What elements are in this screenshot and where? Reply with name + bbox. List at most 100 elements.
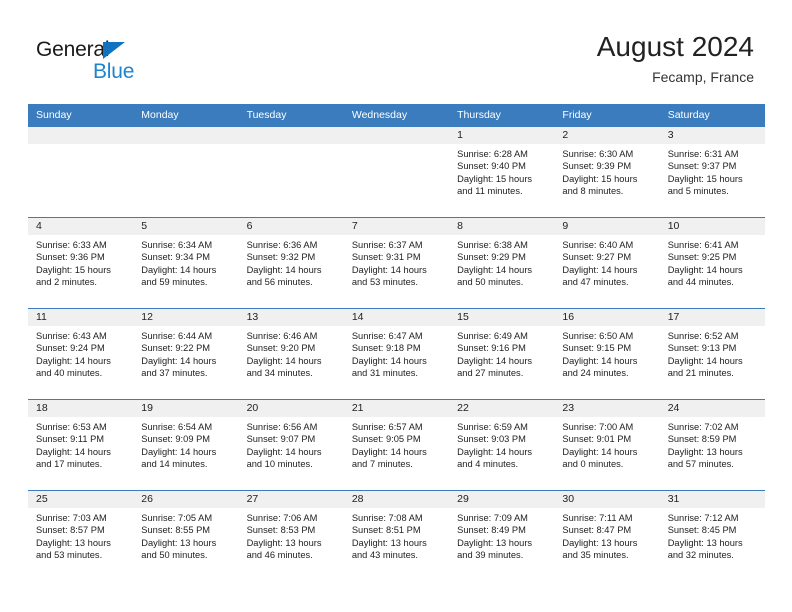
- day-cell[interactable]: Sunrise: 6:54 AM Sunset: 9:09 PM Dayligh…: [133, 417, 238, 490]
- day-cell[interactable]: Sunrise: 7:03 AM Sunset: 8:57 PM Dayligh…: [28, 508, 133, 581]
- sunrise-text: Sunrise: 6:50 AM: [562, 331, 634, 341]
- day-cell[interactable]: Sunrise: 7:05 AM Sunset: 8:55 PM Dayligh…: [133, 508, 238, 581]
- week-detail-band: Sunrise: 6:28 AM Sunset: 9:40 PM Dayligh…: [28, 144, 765, 217]
- day-number[interactable]: 3: [660, 127, 765, 144]
- sunrise-text: Sunrise: 7:06 AM: [246, 513, 318, 523]
- daylight-text-line1: Daylight: 13 hours: [36, 537, 111, 548]
- day-number[interactable]: 1: [449, 127, 554, 144]
- sunset-text: Sunset: 9:34 PM: [141, 252, 211, 263]
- day-cell[interactable]: Sunrise: 6:49 AM Sunset: 9:16 PM Dayligh…: [449, 326, 554, 399]
- day-number[interactable]: 28: [344, 491, 449, 508]
- daylight-text-line1: Daylight: 14 hours: [246, 355, 322, 366]
- day-number[interactable]: 27: [239, 491, 344, 508]
- day-cell[interactable]: Sunrise: 6:43 AM Sunset: 9:24 PM Dayligh…: [28, 326, 133, 399]
- day-cell[interactable]: Sunrise: 6:31 AM Sunset: 9:37 PM Dayligh…: [660, 144, 765, 217]
- day-cell[interactable]: [133, 144, 238, 217]
- day-number[interactable]: 9: [554, 218, 659, 235]
- day-number[interactable]: 25: [28, 491, 133, 508]
- day-cell[interactable]: Sunrise: 6:53 AM Sunset: 9:11 PM Dayligh…: [28, 417, 133, 490]
- day-number[interactable]: 13: [239, 309, 344, 326]
- day-number[interactable]: 23: [554, 400, 659, 417]
- daylight-text-line2: and 44 minutes.: [667, 277, 734, 288]
- day-cell[interactable]: Sunrise: 6:38 AM Sunset: 9:29 PM Dayligh…: [449, 235, 554, 308]
- day-cell[interactable]: Sunrise: 7:12 AM Sunset: 8:45 PM Dayligh…: [660, 508, 765, 581]
- day-number[interactable]: 24: [660, 400, 765, 417]
- day-number[interactable]: 17: [660, 309, 765, 326]
- day-cell[interactable]: Sunrise: 7:11 AM Sunset: 8:47 PM Dayligh…: [554, 508, 659, 581]
- day-cell[interactable]: Sunrise: 6:50 AM Sunset: 9:15 PM Dayligh…: [554, 326, 659, 399]
- weekday-header-row: Sunday Monday Tuesday Wednesday Thursday…: [28, 104, 765, 126]
- day-number[interactable]: 30: [554, 491, 659, 508]
- day-number[interactable]: [344, 127, 449, 144]
- day-number[interactable]: 6: [239, 218, 344, 235]
- sunrise-text: Sunrise: 6:54 AM: [141, 422, 213, 432]
- sunrise-text: Sunrise: 6:36 AM: [246, 240, 318, 250]
- day-number[interactable]: [28, 127, 133, 144]
- daylight-text-line2: and 34 minutes.: [246, 368, 313, 379]
- day-number[interactable]: 31: [660, 491, 765, 508]
- day-cell[interactable]: Sunrise: 6:44 AM Sunset: 9:22 PM Dayligh…: [133, 326, 238, 399]
- day-number[interactable]: [239, 127, 344, 144]
- day-number[interactable]: 10: [660, 218, 765, 235]
- day-number[interactable]: 20: [239, 400, 344, 417]
- day-number[interactable]: 26: [133, 491, 238, 508]
- day-number[interactable]: 18: [28, 400, 133, 417]
- day-cell[interactable]: Sunrise: 6:37 AM Sunset: 9:31 PM Dayligh…: [344, 235, 449, 308]
- day-cell[interactable]: Sunrise: 6:46 AM Sunset: 9:20 PM Dayligh…: [239, 326, 344, 399]
- day-cell[interactable]: Sunrise: 6:56 AM Sunset: 9:07 PM Dayligh…: [239, 417, 344, 490]
- day-number[interactable]: 2: [554, 127, 659, 144]
- sunset-text: Sunset: 9:27 PM: [562, 252, 632, 263]
- daylight-text-line1: Daylight: 14 hours: [562, 264, 638, 275]
- day-number[interactable]: 7: [344, 218, 449, 235]
- weekday-header-wednesday: Wednesday: [351, 109, 408, 121]
- sunset-text: Sunset: 8:51 PM: [351, 525, 421, 536]
- day-cell[interactable]: Sunrise: 6:59 AM Sunset: 9:03 PM Dayligh…: [449, 417, 554, 490]
- day-cell[interactable]: Sunrise: 7:06 AM Sunset: 8:53 PM Dayligh…: [239, 508, 344, 581]
- day-number[interactable]: 19: [133, 400, 238, 417]
- day-number[interactable]: 22: [449, 400, 554, 417]
- week-detail-band: Sunrise: 6:43 AM Sunset: 9:24 PM Dayligh…: [28, 326, 765, 399]
- day-cell[interactable]: Sunrise: 6:36 AM Sunset: 9:32 PM Dayligh…: [239, 235, 344, 308]
- day-cell[interactable]: Sunrise: 7:02 AM Sunset: 8:59 PM Dayligh…: [660, 417, 765, 490]
- day-cell[interactable]: [28, 144, 133, 217]
- sunset-text: Sunset: 9:18 PM: [351, 343, 421, 354]
- day-number[interactable]: 16: [554, 309, 659, 326]
- day-cell[interactable]: Sunrise: 6:41 AM Sunset: 9:25 PM Dayligh…: [660, 235, 765, 308]
- sunrise-text: Sunrise: 6:38 AM: [457, 240, 528, 250]
- sunset-text: Sunset: 9:11 PM: [36, 434, 105, 445]
- day-cell[interactable]: Sunrise: 7:09 AM Sunset: 8:49 PM Dayligh…: [449, 508, 554, 581]
- day-cell[interactable]: Sunrise: 7:08 AM Sunset: 8:51 PM Dayligh…: [344, 508, 449, 581]
- weekday-header-monday: Monday: [141, 109, 179, 121]
- sunset-text: Sunset: 9:13 PM: [667, 343, 737, 354]
- day-cell[interactable]: Sunrise: 6:28 AM Sunset: 9:40 PM Dayligh…: [449, 144, 554, 217]
- day-cell[interactable]: Sunrise: 6:47 AM Sunset: 9:18 PM Dayligh…: [344, 326, 449, 399]
- day-number[interactable]: 15: [449, 309, 554, 326]
- day-number[interactable]: 11: [28, 309, 133, 326]
- sunrise-text: Sunrise: 7:09 AM: [457, 513, 528, 523]
- week-date-number-band: 18 19 20 21 22 23 24: [28, 400, 765, 417]
- day-cell[interactable]: Sunrise: 6:57 AM Sunset: 9:05 PM Dayligh…: [344, 417, 449, 490]
- day-cell[interactable]: [239, 144, 344, 217]
- day-cell[interactable]: Sunrise: 6:33 AM Sunset: 9:36 PM Dayligh…: [28, 235, 133, 308]
- daylight-text-line2: and 57 minutes.: [667, 459, 734, 470]
- day-cell[interactable]: Sunrise: 6:52 AM Sunset: 9:13 PM Dayligh…: [660, 326, 765, 399]
- day-cell[interactable]: Sunrise: 6:30 AM Sunset: 9:39 PM Dayligh…: [554, 144, 659, 217]
- sunrise-text: Sunrise: 6:49 AM: [457, 331, 528, 341]
- day-number[interactable]: 14: [344, 309, 449, 326]
- day-number[interactable]: 12: [133, 309, 238, 326]
- day-number[interactable]: 5: [133, 218, 238, 235]
- sunset-text: Sunset: 9:31 PM: [351, 252, 421, 263]
- day-number[interactable]: 4: [28, 218, 133, 235]
- sunset-text: Sunset: 9:25 PM: [667, 252, 737, 263]
- day-number[interactable]: 21: [344, 400, 449, 417]
- day-number[interactable]: 29: [449, 491, 554, 508]
- day-cell[interactable]: Sunrise: 7:00 AM Sunset: 9:01 PM Dayligh…: [554, 417, 659, 490]
- sunset-text: Sunset: 9:37 PM: [667, 161, 737, 172]
- day-cell[interactable]: Sunrise: 6:40 AM Sunset: 9:27 PM Dayligh…: [554, 235, 659, 308]
- day-number[interactable]: [133, 127, 238, 144]
- day-cell[interactable]: Sunrise: 6:34 AM Sunset: 9:34 PM Dayligh…: [133, 235, 238, 308]
- day-number[interactable]: 8: [449, 218, 554, 235]
- day-cell[interactable]: [344, 144, 449, 217]
- calendar-week-row: 25 26 27 28 29 30 31 Sunrise: 7:03 AM Su…: [28, 490, 765, 581]
- daylight-text-line2: and 53 minutes.: [36, 550, 103, 561]
